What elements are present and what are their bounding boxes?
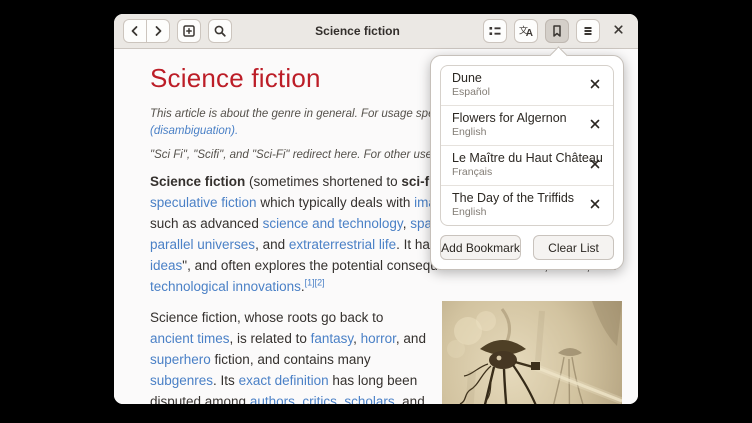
languages-button[interactable]: 文A bbox=[514, 19, 538, 43]
text-segment: , bbox=[353, 331, 361, 346]
bookmark-texts: Le Maître du Haut Château Français bbox=[452, 151, 584, 179]
search-button[interactable] bbox=[208, 19, 232, 43]
bookmark-language: Español bbox=[452, 86, 490, 99]
article-link[interactable]: ancient times bbox=[150, 331, 230, 346]
popover-actions: Add Bookmark Clear List bbox=[440, 235, 614, 260]
chevron-left-icon bbox=[127, 23, 143, 39]
text-segment: Science fiction bbox=[150, 174, 245, 189]
article-image-war-of-the-worlds-tripod bbox=[442, 301, 622, 404]
desktop-background: { "header": { "title": "Science fiction"… bbox=[0, 0, 752, 423]
clear-list-button[interactable]: Clear List bbox=[533, 235, 614, 260]
window-title: Science fiction bbox=[239, 24, 476, 38]
search-icon bbox=[212, 23, 228, 39]
bookmark-texts: The Day of the Triffids English bbox=[452, 191, 574, 219]
bookmark-language: Français bbox=[452, 166, 584, 179]
article-link[interactable]: critics bbox=[302, 394, 337, 404]
text-segment: , and bbox=[396, 331, 426, 346]
close-icon bbox=[589, 78, 601, 93]
text-segment: (sometimes shortened to bbox=[245, 174, 401, 189]
citation-link[interactable]: [2] bbox=[315, 278, 325, 288]
bookmark-language: English bbox=[452, 206, 574, 219]
bookmark-language: English bbox=[452, 126, 567, 139]
article-link[interactable]: extraterrestrial life bbox=[289, 237, 396, 252]
bookmark-title: Dune bbox=[452, 71, 490, 86]
close-window-button[interactable] bbox=[607, 19, 629, 43]
article-link[interactable]: ideas bbox=[150, 258, 182, 273]
article-link[interactable]: subgenres bbox=[150, 373, 213, 388]
bookmarks-popover: Dune Español Flowers for Algernon Englis… bbox=[430, 55, 624, 270]
new-tab-icon bbox=[181, 23, 197, 39]
bulleted-list-icon bbox=[487, 23, 503, 39]
svg-text:A: A bbox=[526, 28, 533, 39]
bookmark-title: Le Maître du Haut Château bbox=[452, 151, 584, 166]
article-link[interactable]: speculative fiction bbox=[150, 195, 257, 210]
article-link[interactable]: authors bbox=[250, 394, 295, 404]
bookmark-title: The Day of the Triffids bbox=[452, 191, 574, 206]
text-segment: . Its bbox=[213, 373, 239, 388]
article-link[interactable]: horror bbox=[361, 331, 396, 346]
text-segment: , and bbox=[255, 237, 289, 252]
close-icon bbox=[589, 118, 601, 133]
bookmark-texts: Dune Español bbox=[452, 71, 490, 99]
bookmark-row[interactable]: Le Maître du Haut Château Français bbox=[441, 146, 613, 186]
article-link[interactable]: superhero bbox=[150, 352, 211, 367]
bookmark-row[interactable]: Dune Español bbox=[441, 66, 613, 106]
article-link[interactable]: parallel universes bbox=[150, 237, 255, 252]
close-icon bbox=[589, 198, 601, 213]
bookmark-row[interactable]: Flowers for Algernon English bbox=[441, 106, 613, 146]
new-tab-button[interactable] bbox=[177, 19, 201, 43]
text-segment: , is related to bbox=[230, 331, 311, 346]
bookmarks-list: Dune Español Flowers for Algernon Englis… bbox=[440, 65, 614, 226]
close-icon bbox=[611, 22, 626, 40]
citation-link[interactable]: [1] bbox=[305, 278, 315, 288]
forward-button[interactable] bbox=[146, 19, 170, 43]
back-button[interactable] bbox=[123, 19, 147, 43]
close-icon bbox=[589, 158, 601, 173]
article-link[interactable]: exact definition bbox=[239, 373, 329, 388]
menu-button[interactable] bbox=[576, 19, 600, 43]
chevron-right-icon bbox=[150, 23, 166, 39]
remove-bookmark-button[interactable] bbox=[584, 114, 606, 136]
article-link[interactable]: technological innovations bbox=[150, 279, 301, 294]
article-link[interactable]: fantasy bbox=[311, 331, 354, 346]
bookmark-icon bbox=[549, 23, 565, 39]
text-segment: sci-fi bbox=[401, 174, 433, 189]
article-link[interactable]: science and technology bbox=[263, 216, 403, 231]
text-segment: which typically deals with bbox=[257, 195, 415, 210]
remove-bookmark-button[interactable] bbox=[584, 194, 606, 216]
add-bookmark-button[interactable]: Add Bookmark bbox=[440, 235, 521, 260]
bookmarks-button[interactable] bbox=[545, 19, 569, 43]
remove-bookmark-button[interactable] bbox=[584, 74, 606, 96]
text-segment: Science fiction, whose roots go back to bbox=[150, 310, 383, 325]
toc-button[interactable] bbox=[483, 19, 507, 43]
headerbar: Science fiction 文A bbox=[114, 14, 638, 49]
bookmark-row[interactable]: The Day of the Triffids English bbox=[441, 186, 613, 225]
text-segment: fiction, and contains many bbox=[211, 352, 371, 367]
text-segment: "Sci Fi", "Scifi", and "Sci-Fi" redirect… bbox=[150, 149, 466, 161]
bookmark-texts: Flowers for Algernon English bbox=[452, 111, 567, 139]
article-link[interactable]: scholars bbox=[344, 394, 394, 404]
history-button-group bbox=[123, 19, 170, 43]
translate-icon: 文A bbox=[518, 23, 534, 39]
hamburger-menu-icon bbox=[580, 23, 596, 39]
bookmark-title: Flowers for Algernon bbox=[452, 111, 567, 126]
remove-bookmark-button[interactable] bbox=[584, 154, 606, 176]
